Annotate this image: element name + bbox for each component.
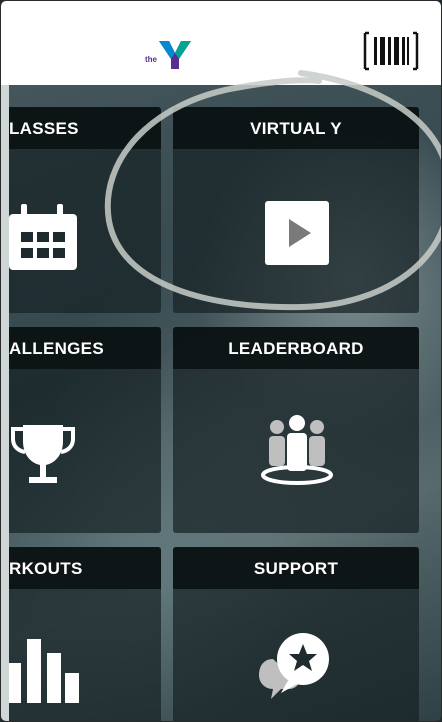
chat-star-icon xyxy=(259,633,329,699)
left-edge xyxy=(1,85,9,721)
calendar-icon xyxy=(9,204,77,270)
logo-the-text: the xyxy=(145,55,158,64)
top-bar: the xyxy=(1,1,441,85)
tile-workouts[interactable]: RKOUTS xyxy=(9,547,161,721)
trophy-icon xyxy=(11,425,75,483)
play-icon xyxy=(265,201,329,265)
tile-challenges[interactable]: ALLENGES xyxy=(9,327,161,533)
people-group-icon xyxy=(261,415,333,485)
ymca-logo[interactable]: the xyxy=(145,37,193,71)
tile-classes-label: LASSES xyxy=(9,107,161,149)
tile-leaderboard-label: LEADERBOARD xyxy=(173,327,419,369)
app-frame: the LASSES VIRTUAL Y ALLENGES LEADERBOAR… xyxy=(0,0,442,722)
bar-chart-icon xyxy=(9,639,79,703)
tile-workouts-label: RKOUTS xyxy=(9,547,161,589)
tile-support-label: SUPPORT xyxy=(173,547,419,589)
barcode-scan-icon[interactable] xyxy=(363,31,419,71)
tile-leaderboard[interactable]: LEADERBOARD xyxy=(173,327,419,533)
tile-virtual-y[interactable]: VIRTUAL Y xyxy=(173,107,419,313)
tile-classes[interactable]: LASSES xyxy=(9,107,161,313)
tile-challenges-label: ALLENGES xyxy=(9,327,161,369)
tile-virtual-y-label: VIRTUAL Y xyxy=(173,107,419,149)
tile-support[interactable]: SUPPORT xyxy=(173,547,419,721)
